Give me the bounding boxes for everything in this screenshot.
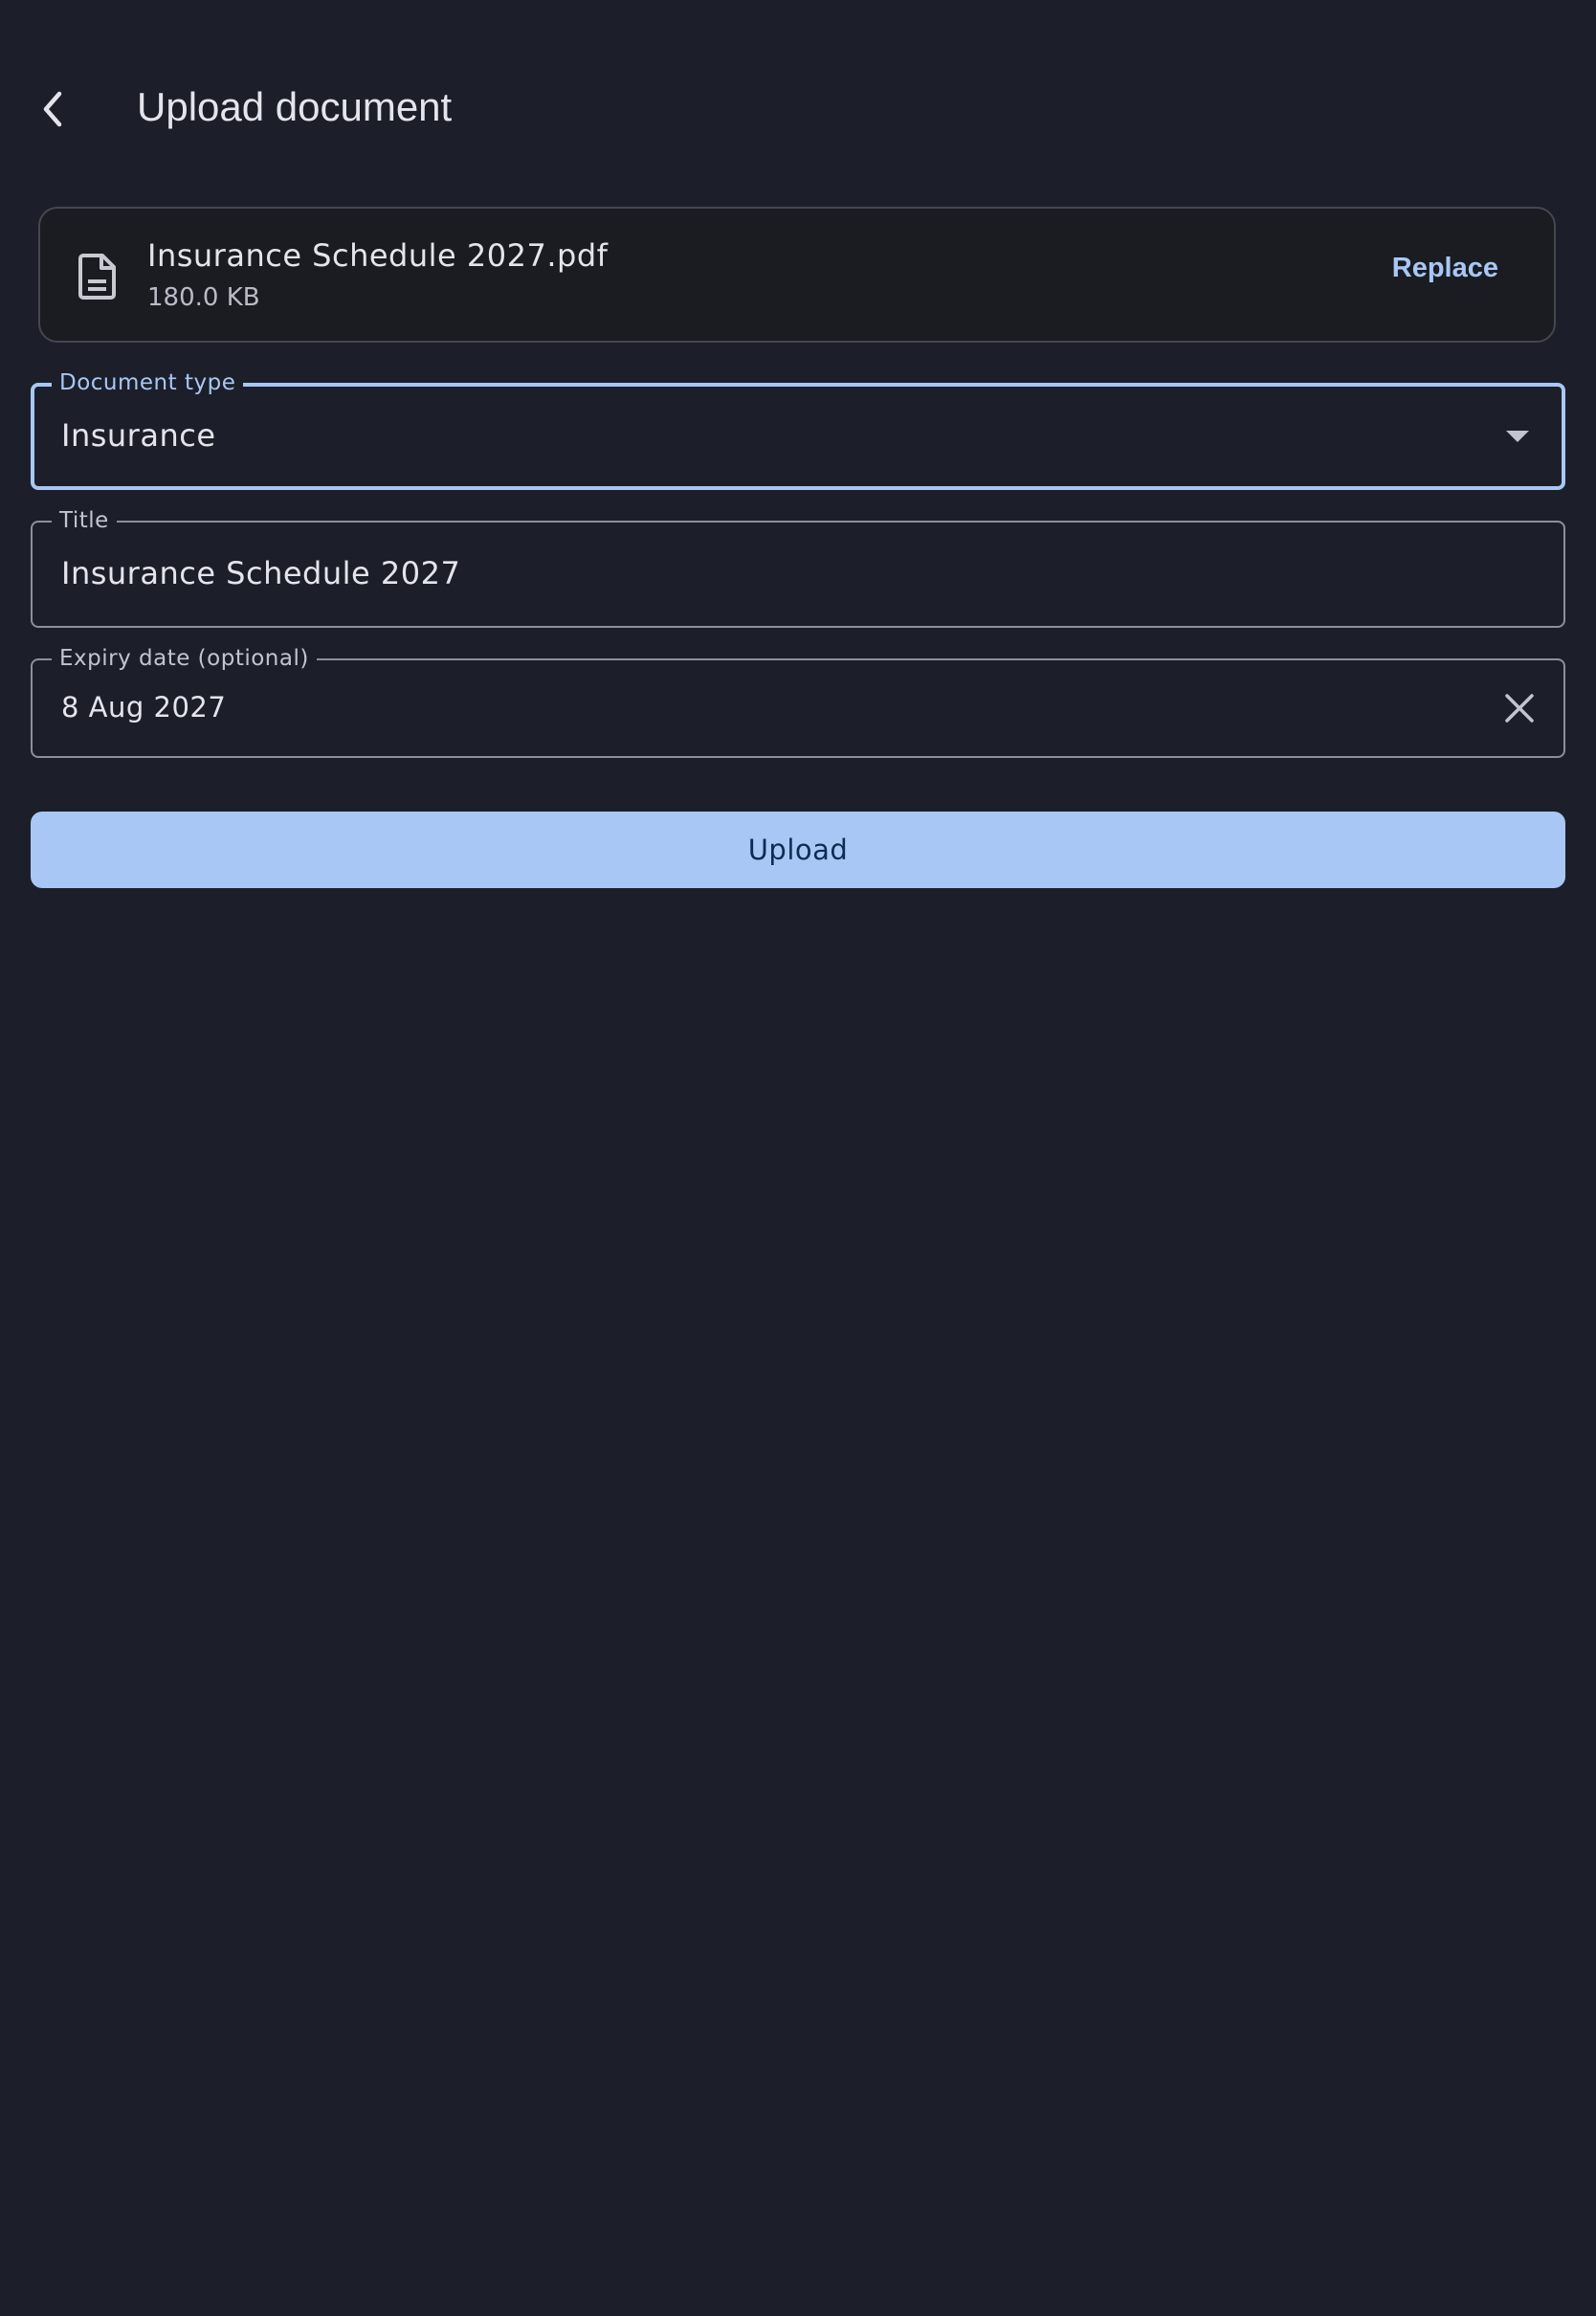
file-size: 180.0 KB (147, 283, 260, 312)
chevron-left-icon (43, 91, 62, 127)
expiry-date-field[interactable]: Expiry date (optional) 8 Aug 2027 (31, 646, 1565, 758)
close-icon[interactable] (1500, 689, 1539, 727)
selected-file-card: Insurance Schedule 2027.pdf 180.0 KB Rep… (38, 207, 1556, 343)
document-type-label: Document type (52, 370, 244, 395)
expiry-date-label: Expiry date (optional) (52, 646, 317, 671)
title-value: Insurance Schedule 2027 (61, 555, 461, 591)
replace-button[interactable]: Replace (1392, 253, 1498, 284)
document-icon (78, 254, 116, 300)
page-title: Upload document (137, 84, 453, 129)
title-label: Title (52, 508, 117, 533)
app-bar: Upload document (0, 57, 1596, 172)
document-type-value: Insurance (61, 417, 216, 454)
upload-button[interactable]: Upload (31, 812, 1565, 888)
expiry-date-value: 8 Aug 2027 (61, 691, 227, 724)
dropdown-arrow-icon[interactable] (1506, 431, 1529, 442)
title-input[interactable]: Title Insurance Schedule 2027 (31, 508, 1565, 628)
back-button[interactable] (21, 77, 86, 142)
file-name: Insurance Schedule 2027.pdf (147, 237, 609, 274)
document-type-select[interactable]: Document type Insurance (31, 370, 1565, 490)
